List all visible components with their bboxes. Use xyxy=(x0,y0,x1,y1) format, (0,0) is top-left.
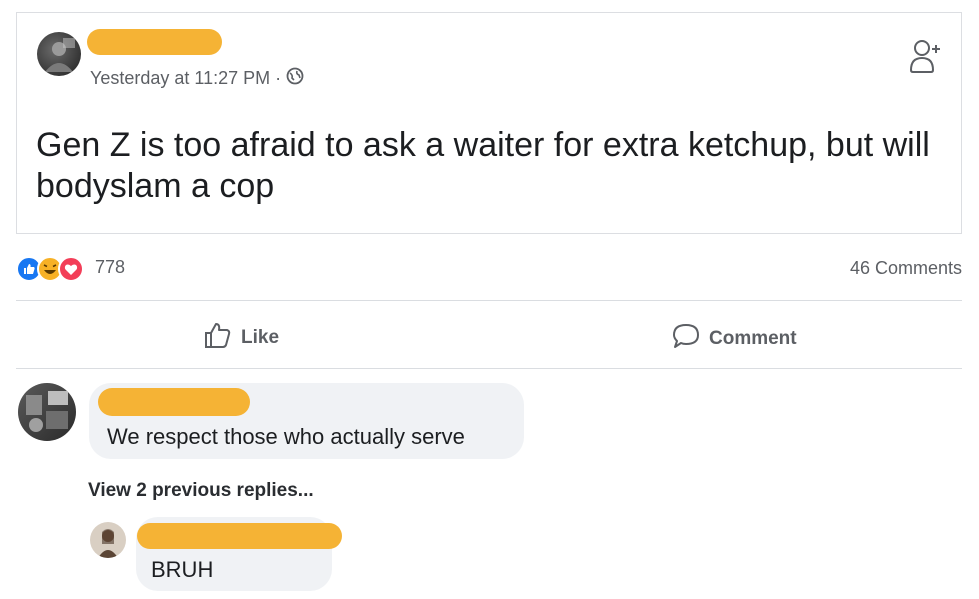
divider-top xyxy=(16,300,962,301)
commenter-avatar[interactable] xyxy=(18,383,76,441)
redacted-commenter-name xyxy=(98,388,250,416)
haha-icon xyxy=(37,256,63,287)
speech-bubble-icon xyxy=(671,322,701,356)
like-button[interactable]: Like xyxy=(203,320,279,356)
reaction-count[interactable]: 778 xyxy=(95,257,125,278)
globe-icon xyxy=(286,67,304,90)
comment-button[interactable]: Comment xyxy=(671,322,797,356)
post-meta: Yesterday at 11:27 PM · xyxy=(90,67,304,90)
meta-separator: · xyxy=(275,68,282,88)
like-label: Like xyxy=(241,327,280,348)
redacted-replier-name xyxy=(137,523,342,549)
post-card: Yesterday at 11:27 PM · Gen Z is too afr… xyxy=(16,12,962,234)
comment-label: Comment xyxy=(709,328,797,349)
comment-text: We respect those who actually serve xyxy=(107,424,465,449)
redacted-name xyxy=(87,29,222,55)
love-icon xyxy=(58,256,84,287)
comments-count[interactable]: 46 Comments xyxy=(850,258,962,279)
reply-text: BRUH xyxy=(151,557,214,582)
poster-avatar[interactable] xyxy=(37,32,81,76)
thumbs-up-icon xyxy=(203,320,233,356)
post-text: Gen Z is too afraid to ask a waiter for … xyxy=(36,126,930,205)
reaction-icons[interactable] xyxy=(16,256,84,287)
add-friend-icon[interactable] xyxy=(909,37,943,80)
divider-bottom xyxy=(16,368,962,369)
reactions-row: 778 46 Comments xyxy=(16,254,962,284)
post-timestamp[interactable]: Yesterday at 11:27 PM xyxy=(90,68,270,89)
like-icon xyxy=(16,256,42,287)
replier-avatar[interactable] xyxy=(90,522,126,558)
view-previous-replies-link[interactable]: View 2 previous replies... xyxy=(88,480,314,502)
